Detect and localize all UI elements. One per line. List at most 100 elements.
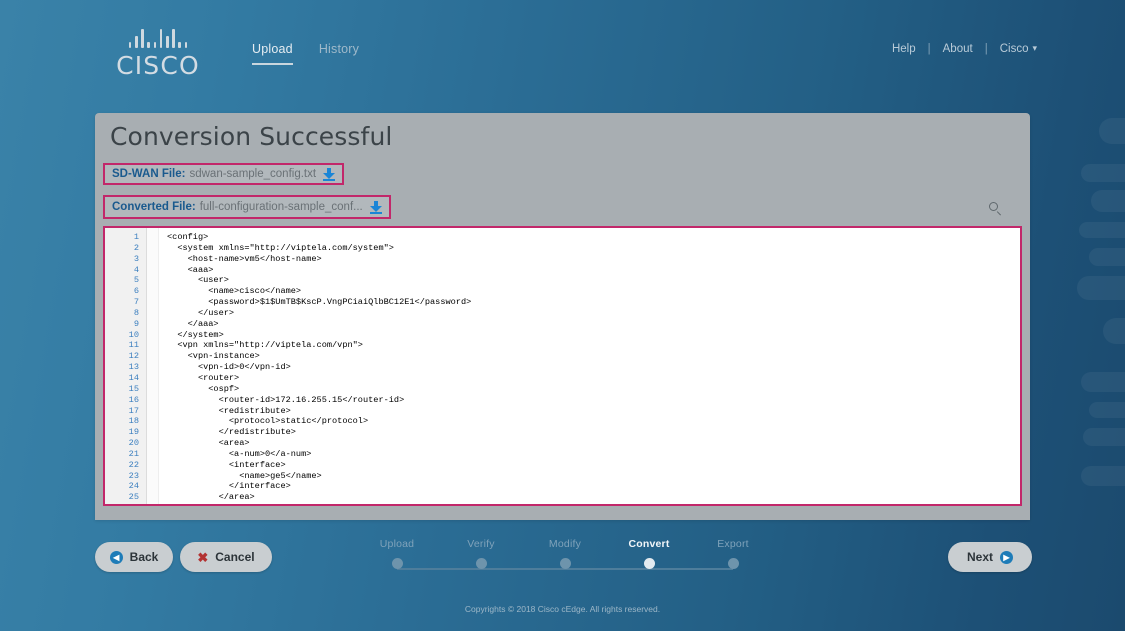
code-line: <vpn xmlns="http://viptela.com/vpn"> [167,340,363,351]
code-line: <host-name>vm5</host-name> [167,253,322,264]
code-line-numbers: 1 2 3 4 5 6 7 8 9 10 11 12 13 14 15 16 17 18 19 20 21 22 23 24 2… [105,228,147,504]
code-line: <vpn-id>0</vpn-id> [167,362,291,373]
next-button[interactable]: Next ▶ [948,542,1032,572]
step-upload[interactable]: Upload [367,538,427,569]
code-line-number: 2 [133,242,139,253]
cancel-button[interactable]: ✖ Cancel [180,542,272,572]
code-line: <router-id>172.16.255.15</router-id> [167,394,405,405]
code-line-number: 17 [128,405,139,416]
step-dot [727,558,739,569]
code-fold-column [147,228,159,504]
code-line-number: 11 [128,340,139,351]
code-viewer[interactable]: 1 2 3 4 5 6 7 8 9 10 11 12 13 14 15 16 17 18 19 20 21 22 23 24 2… [103,226,1022,506]
code-line: <aaa> [167,264,214,275]
step-label: Modify [548,538,582,550]
page-title: Conversion Successful [110,122,393,151]
nav-separator: | [984,43,988,55]
code-line-number: 14 [128,372,139,383]
code-line: <vpn-instance> [167,351,260,362]
code-line: <interface> [167,459,286,470]
step-dot [559,558,571,569]
tab-history[interactable]: History [319,42,359,65]
code-line-number: 24 [128,481,139,492]
download-icon[interactable] [369,200,382,214]
top-navigation-bar: CISCO Upload History Help | About | Cisc… [0,0,1125,100]
code-line-number: 19 [128,427,139,438]
code-line: <router> [167,372,240,383]
converted-file-label: Converted File: [112,201,196,213]
cisco-logo[interactable]: CISCO [110,28,206,80]
step-convert[interactable]: Convert [619,538,679,569]
step-dot [391,558,403,569]
code-line: <name>cisco</name> [167,286,302,297]
chevron-right-circle-icon: ▶ [1000,550,1013,564]
code-line: </user> [167,307,235,318]
code-line-number: 21 [128,448,139,459]
code-line-number: 15 [128,383,139,394]
nav-tabs: Upload History [252,42,359,65]
back-button-label: Back [129,550,159,564]
code-line-number: 8 [133,307,139,318]
step-dot [643,558,655,569]
search-icon[interactable] [989,202,1003,216]
code-line: </aaa> [167,318,219,329]
tab-upload[interactable]: Upload [252,42,293,65]
sdwan-file-row: SD-WAN File: sdwan-sample_config.txt [103,163,345,185]
download-icon[interactable] [323,167,336,181]
about-link[interactable]: About [943,43,973,55]
step-label: Export [717,538,749,550]
code-line-number: 9 [133,318,139,329]
progress-stepper: Upload Verify Modify Convert Export [375,538,755,578]
code-content[interactable]: <config> <system xmlns="http://viptela.c… [159,228,1020,504]
code-line: </area> [167,492,255,503]
code-line: <config> [167,232,209,242]
code-line: <a-num>0</a-num> [167,448,312,459]
code-line: </interface> [167,481,291,492]
code-line: <redistribute> [167,405,291,416]
code-line-number: 5 [133,275,139,286]
code-line-number: 20 [128,438,139,449]
step-label: Convert [628,538,670,550]
converted-file-name: full-configuration-sample_conf... [199,201,363,213]
next-button-label: Next [966,550,993,564]
converted-file-row: Converted File: full-configuration-sampl… [103,195,391,219]
code-line-number: 22 [128,459,139,470]
step-export[interactable]: Export [703,538,763,569]
code-line: </redistribute> [167,427,296,438]
code-line: <password>$1$UmTB$KscP.VngPCiaiQlbBC12E1… [167,297,472,308]
code-line-number: 10 [128,329,139,340]
cisco-logo-text: CISCO [116,51,200,80]
nav-separator: | [927,43,931,55]
footer-copyright: Copyrights © 2018 Cisco cEdge. All right… [464,604,661,614]
code-line: <area> [167,438,250,449]
chevron-left-circle-icon: ◀ [109,550,123,564]
code-line-number: 23 [128,470,139,481]
help-link[interactable]: Help [892,43,916,55]
account-menu[interactable]: Cisco ▾ [1000,43,1037,55]
sdwan-file-name: sdwan-sample_config.txt [189,168,317,180]
code-line-number: 6 [133,286,139,297]
code-line: </system> [167,329,224,340]
nav-right-links: Help | About | Cisco ▾ [892,43,1037,55]
code-line-number: 13 [128,362,139,373]
step-label: Upload [379,538,415,550]
cancel-button-label: Cancel [215,550,255,564]
code-line-number: 12 [128,351,139,362]
step-dot [475,558,487,569]
code-line-number: 25 [128,492,139,503]
close-x-icon: ✖ [197,549,209,565]
cisco-bars-logo-icon [110,28,206,48]
code-line: <protocol>static</protocol> [167,416,369,427]
chevron-down-icon: ▾ [1032,43,1037,53]
sdwan-file-label: SD-WAN File: [112,168,186,180]
code-line: <system xmlns="http://viptela.com/system… [167,242,394,253]
step-verify[interactable]: Verify [451,538,511,569]
step-label: Verify [467,538,495,550]
code-line-number: 4 [133,264,139,275]
code-line-number: 3 [133,253,139,264]
conversion-result-card: Conversion Successful SD-WAN File: sdwan… [95,113,1030,520]
code-line: <ospf> [167,383,240,394]
code-line-number: 7 [133,297,139,308]
step-modify[interactable]: Modify [535,538,595,569]
back-button[interactable]: ◀ Back [95,542,173,572]
